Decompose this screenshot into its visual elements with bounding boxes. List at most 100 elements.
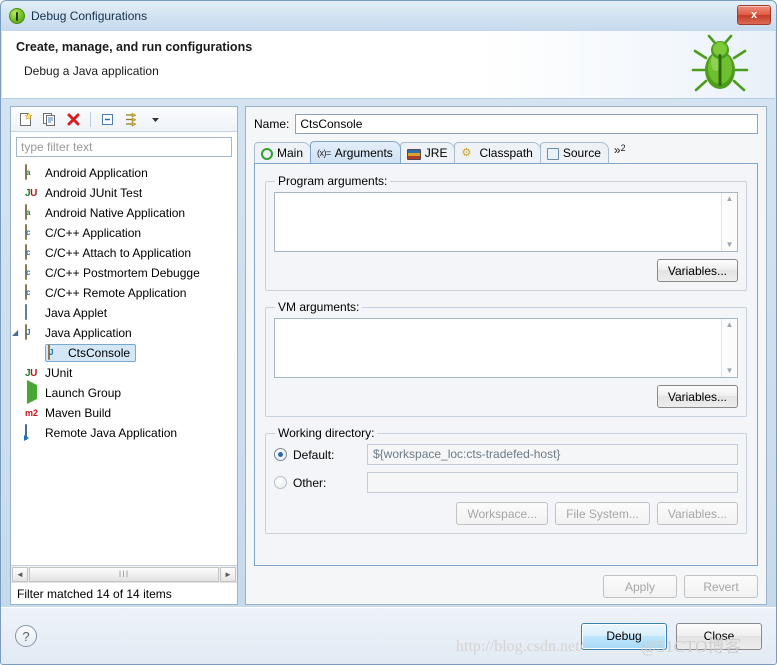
program-arguments-scrollbar[interactable]: ▲ ▼ xyxy=(721,193,737,251)
tree-item-label: CtsConsole xyxy=(68,346,131,360)
tree-item[interactable]: ◢ J Java Application xyxy=(11,323,237,343)
android-junit-icon: JU xyxy=(25,188,37,199)
java-applet-icon xyxy=(25,304,41,321)
java-app-icon: J xyxy=(48,344,64,361)
tree-item-label: Android Application xyxy=(45,166,148,180)
tree-item-label: JUnit xyxy=(45,366,73,380)
working-directory-default-radio[interactable] xyxy=(274,448,287,461)
tree-item[interactable]: Remote Java Application xyxy=(11,423,237,443)
apply-button[interactable]: Apply xyxy=(603,575,677,598)
watermark-url: http://blog.csdn.net/ xyxy=(456,638,584,655)
program-arguments-variables-button[interactable]: Variables... xyxy=(656,259,738,282)
workspace-button[interactable]: Workspace... xyxy=(456,502,549,525)
tree-item-label: Android JUnit Test xyxy=(45,186,143,200)
arguments-tab-page: Program arguments: ▲ ▼ Variables... VM a… xyxy=(254,163,758,566)
tree-item-label: C/C++ Attach to Application xyxy=(45,246,192,260)
tree-item[interactable]: Launch Group xyxy=(11,380,237,404)
tree-item-selected[interactable]: J CtsConsole xyxy=(45,344,137,362)
tree-item[interactable]: c C/C++ Application xyxy=(11,223,237,243)
tree-item[interactable]: JU Android JUnit Test xyxy=(11,183,237,203)
title-bar: Debug Configurations x xyxy=(1,1,776,31)
revert-button[interactable]: Revert xyxy=(684,575,758,598)
vm-arguments-input[interactable] xyxy=(275,319,721,377)
tab-overflow-chevron-icon[interactable]: » 2 xyxy=(608,142,630,163)
tree-item[interactable]: a Android Native Application xyxy=(11,203,237,223)
tree-item[interactable]: c C/C++ Postmortem Debugge xyxy=(11,263,237,283)
working-directory-button-row: Workspace... File System... Variables... xyxy=(274,502,738,525)
tree-item[interactable]: JU JUnit xyxy=(11,363,237,383)
tree-expand-arrow-icon[interactable]: ◢ xyxy=(12,329,25,337)
working-directory-variables-button[interactable]: Variables... xyxy=(656,502,738,525)
tab-main[interactable]: Main xyxy=(254,142,312,163)
scroll-up-arrow-icon[interactable]: ▲ xyxy=(726,194,734,204)
tree-item[interactable]: m2 Maven Build xyxy=(11,403,237,423)
close-button[interactable]: Close xyxy=(676,622,762,650)
tab-jre[interactable]: JRE xyxy=(399,142,456,163)
tree-item[interactable]: c C/C++ Remote Application xyxy=(11,283,237,303)
help-icon[interactable]: ? xyxy=(15,625,37,647)
filter-status-text: Filter matched 14 of 14 items xyxy=(11,582,237,604)
cpp-icon: c xyxy=(25,284,41,301)
tree-horizontal-scrollbar[interactable]: ◄ III ► xyxy=(11,565,237,582)
page-subtitle: Debug a Java application xyxy=(24,64,159,78)
tab-label: JRE xyxy=(424,146,448,160)
tab-source[interactable]: Source xyxy=(539,142,609,163)
dialog-footer: ? Debug Close http://blog.csdn.net/ @51C… xyxy=(1,607,776,664)
debug-button[interactable]: Debug xyxy=(581,622,667,650)
vm-arguments-variables-button[interactable]: Variables... xyxy=(656,385,738,408)
working-directory-default-input[interactable]: ${workspace_loc:cts-tradefed-host} xyxy=(367,444,738,465)
filter-input[interactable]: type filter text xyxy=(16,137,232,157)
tree-toolbar xyxy=(11,107,237,132)
tree-item[interactable]: a Android Application xyxy=(11,163,237,183)
vm-arguments-legend: VM arguments: xyxy=(278,300,360,314)
scroll-down-arrow-icon[interactable]: ▼ xyxy=(726,240,734,250)
tab-label: Arguments xyxy=(334,145,393,160)
scroll-down-arrow-icon[interactable]: ▼ xyxy=(726,366,734,376)
tree-item[interactable]: J CtsConsole xyxy=(11,343,237,363)
cpp-icon: c xyxy=(25,264,41,281)
window-title: Debug Configurations xyxy=(31,9,148,23)
working-directory-group: Working directory: Default: ${workspace_… xyxy=(265,426,747,534)
vm-arguments-textarea-wrapper[interactable]: ▲ ▼ xyxy=(274,318,738,378)
program-arguments-legend: Program arguments: xyxy=(278,174,388,188)
file-system-button[interactable]: File System... xyxy=(555,502,650,525)
scrollbar-thumb[interactable]: III xyxy=(29,566,219,582)
tab-overflow-symbol: » xyxy=(613,143,621,157)
view-menu-chevron-down-icon[interactable] xyxy=(145,109,166,129)
scroll-up-arrow-icon[interactable]: ▲ xyxy=(726,320,734,330)
new-launch-configuration-icon[interactable] xyxy=(15,109,36,129)
jre-tab-icon xyxy=(406,148,421,160)
program-arguments-button-row: Variables... xyxy=(274,259,738,282)
configuration-tab-bar: Main (x)= Arguments JRE ⚙ Classpath Source » 2 xyxy=(254,141,758,163)
green-bug-icon xyxy=(691,34,749,92)
android-native-icon: a xyxy=(25,204,41,221)
classpath-tab-icon: ⚙ xyxy=(461,147,472,159)
scroll-left-arrow-icon[interactable]: ◄ xyxy=(12,566,28,582)
program-arguments-group: Program arguments: ▲ ▼ Variables... xyxy=(265,174,747,291)
tab-label: Classpath xyxy=(479,146,533,160)
program-arguments-textarea-wrapper[interactable]: ▲ ▼ xyxy=(274,192,738,252)
delete-configuration-icon[interactable] xyxy=(63,109,84,129)
tree-item[interactable]: c C/C++ Attach to Application xyxy=(11,243,237,263)
tree-item-label: C/C++ Postmortem Debugge xyxy=(45,266,200,280)
tree-item[interactable]: Java Applet xyxy=(11,303,237,323)
junit-icon: JU xyxy=(25,368,37,379)
duplicate-configuration-icon[interactable] xyxy=(39,109,60,129)
working-directory-other-radio[interactable] xyxy=(274,476,287,489)
tab-classpath[interactable]: ⚙ Classpath xyxy=(454,142,541,163)
tab-arguments[interactable]: (x)= Arguments xyxy=(310,141,401,163)
configuration-name-input[interactable]: CtsConsole xyxy=(295,114,758,134)
program-arguments-input[interactable] xyxy=(275,193,721,251)
window-close-button[interactable]: x xyxy=(737,5,771,25)
collapse-all-icon[interactable] xyxy=(97,109,118,129)
working-directory-default-row: Default: ${workspace_loc:cts-tradefed-ho… xyxy=(274,444,738,465)
configuration-editor-panel: Name: CtsConsole Main (x)= Arguments JRE ⚙ Cl… xyxy=(245,106,767,605)
java-app-icon: J xyxy=(25,324,41,341)
working-directory-other-input[interactable] xyxy=(367,472,738,493)
vm-arguments-scrollbar[interactable]: ▲ ▼ xyxy=(721,319,737,377)
working-directory-legend: Working directory: xyxy=(278,426,375,440)
scroll-right-arrow-icon[interactable]: ► xyxy=(220,566,236,582)
filter-launch-configurations-icon[interactable] xyxy=(121,109,142,129)
launch-configuration-tree[interactable]: a Android Application JU Android JUnit Test… xyxy=(11,159,237,565)
cpp-icon: c xyxy=(25,244,41,261)
